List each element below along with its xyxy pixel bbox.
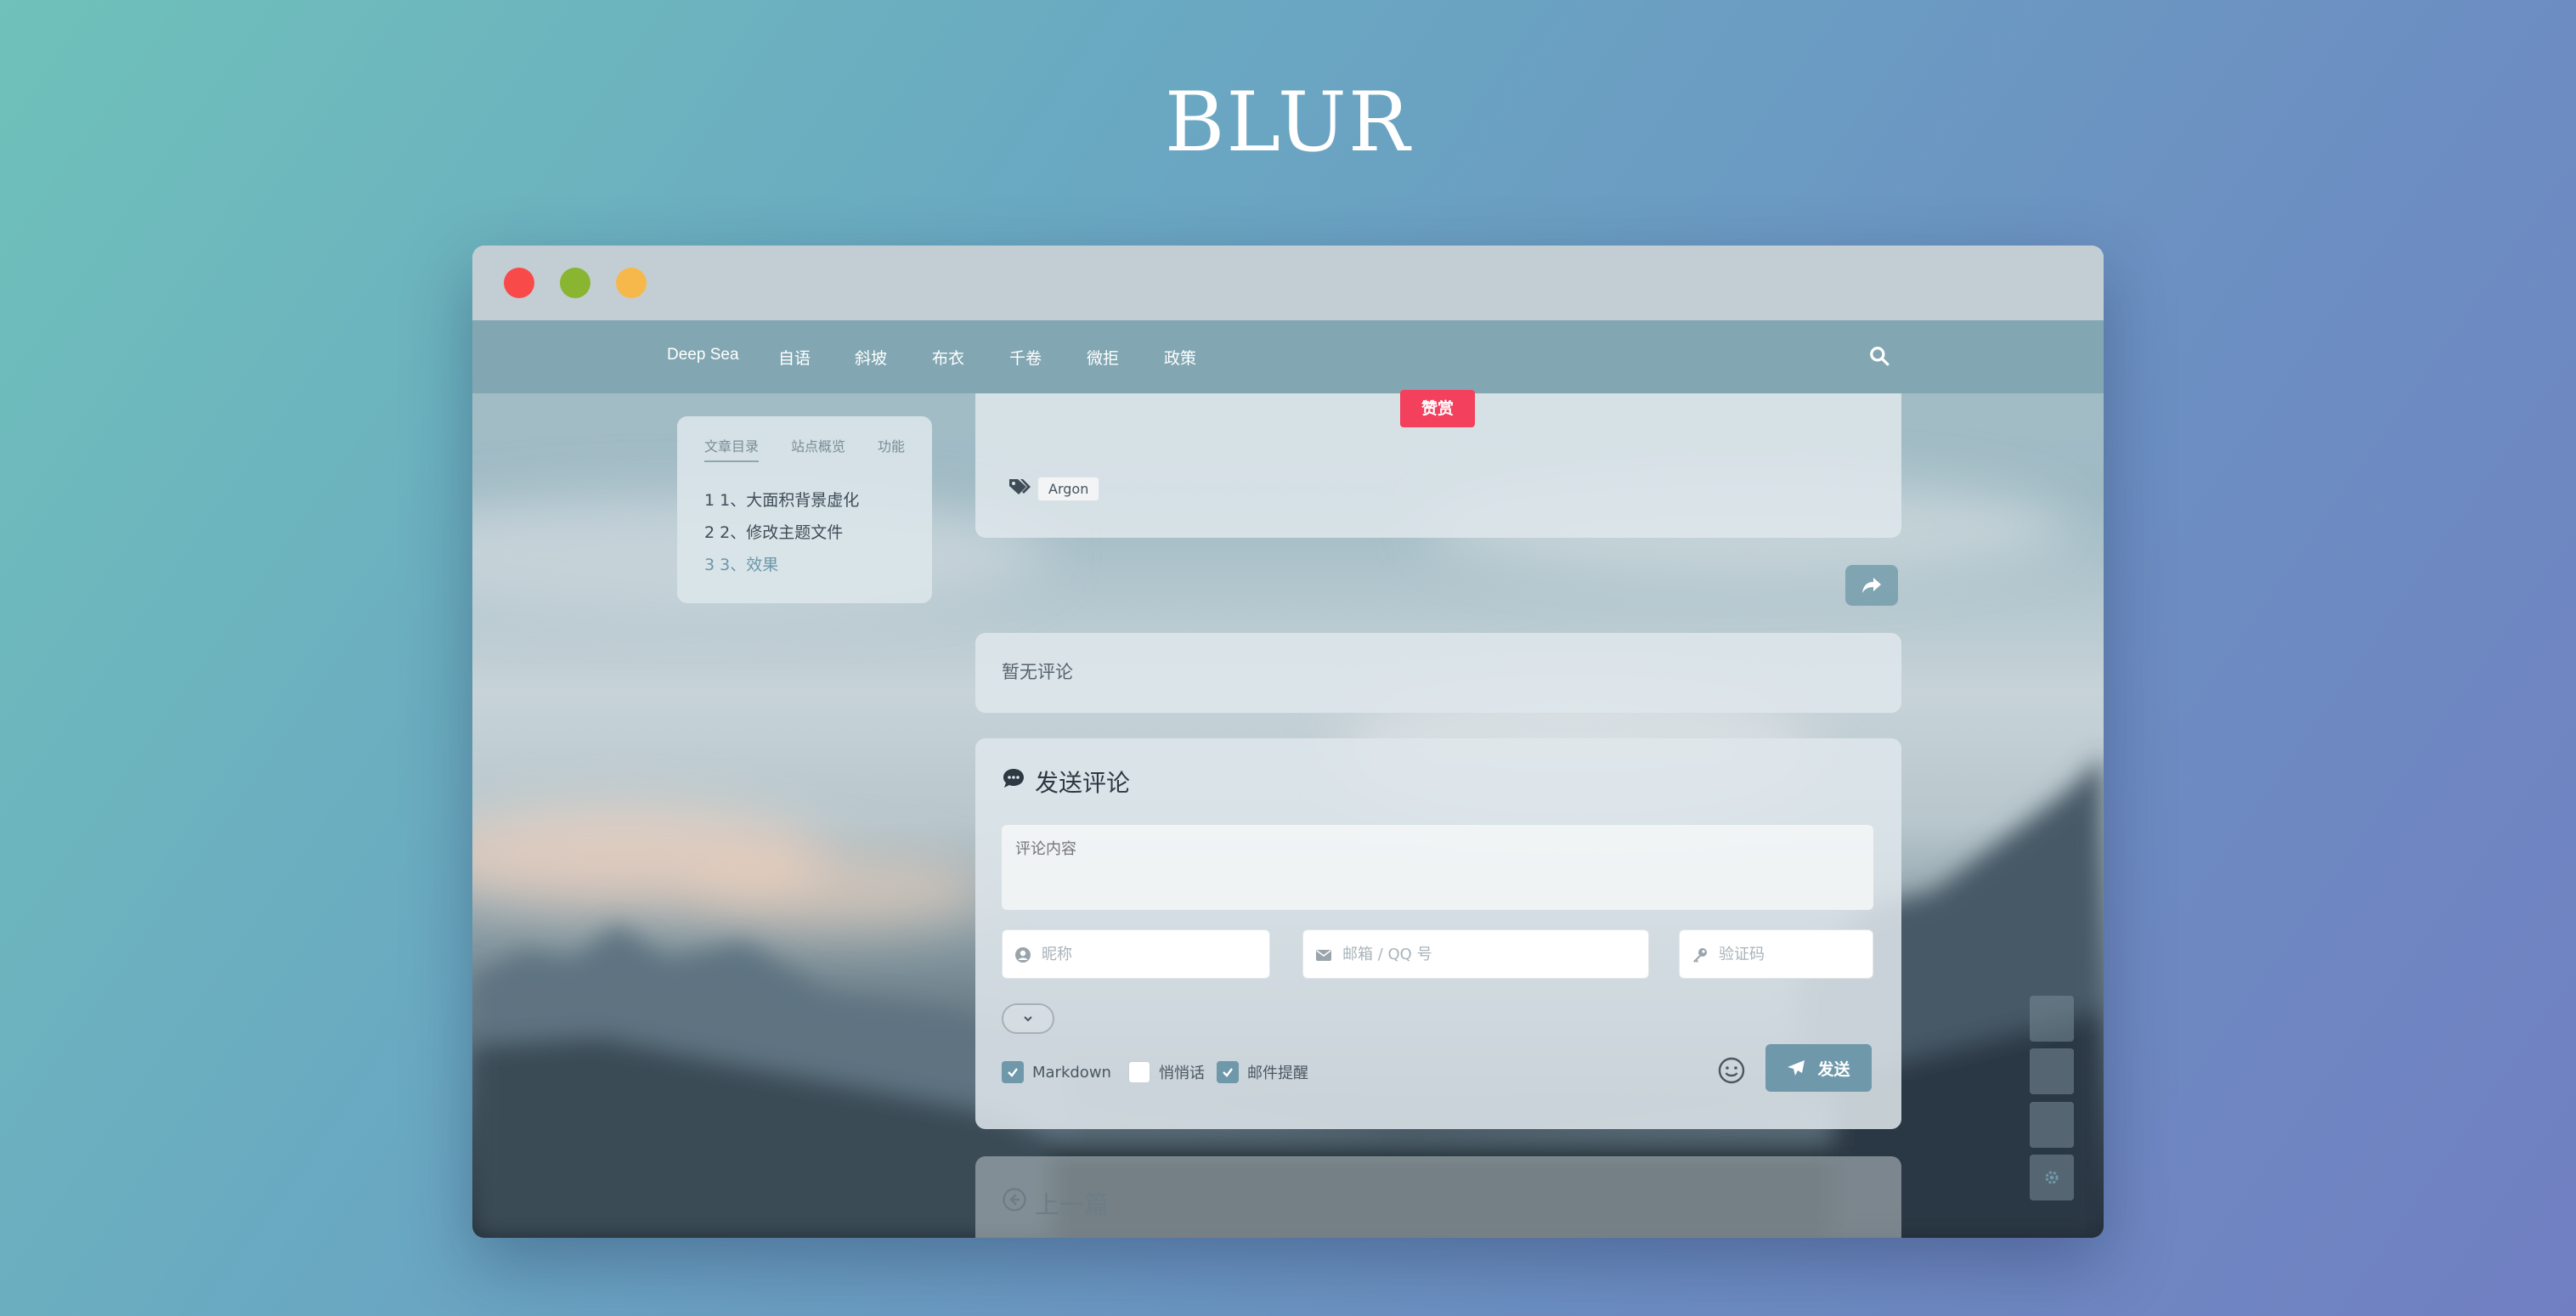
- key-icon: [1693, 948, 1707, 963]
- nickname-field[interactable]: [1002, 929, 1270, 979]
- comments-card: 暂无评论: [975, 633, 1901, 713]
- tab-functions[interactable]: 功能: [878, 435, 905, 455]
- check-icon: [1223, 1068, 1233, 1077]
- captcha-input[interactable]: [1719, 930, 1873, 978]
- private-option[interactable]: 悄悄话: [1128, 1059, 1205, 1085]
- toc-card: 文章目录 站点概览 功能 1 1、大面积背景虚化 2 2、修改主题文件 3 3、…: [677, 416, 932, 603]
- nav-item-4[interactable]: 千卷: [1009, 346, 1042, 369]
- tags-icon: [1009, 479, 1031, 494]
- site-brand[interactable]: Deep Sea: [667, 346, 739, 364]
- search-icon[interactable]: [1868, 345, 1890, 367]
- markdown-label: Markdown: [1032, 1063, 1111, 1082]
- captcha-field[interactable]: [1679, 929, 1873, 979]
- envelope-icon: [1316, 950, 1331, 961]
- arrow-left-circle-icon: [1003, 1188, 1026, 1212]
- prev-post-label[interactable]: 上一篇: [1035, 1185, 1109, 1221]
- window-titlebar: [472, 246, 2104, 320]
- reward-button[interactable]: 赞赏: [1400, 390, 1475, 427]
- private-label: 悄悄话: [1159, 1065, 1205, 1082]
- comment-form-title: 发送评论: [1035, 769, 1131, 797]
- nav-item-5[interactable]: 微拒: [1087, 346, 1119, 369]
- toc-item[interactable]: 2 2、修改主题文件: [704, 520, 843, 543]
- maximize-window-button[interactable]: [616, 268, 647, 298]
- post-navigation-card[interactable]: 上一篇: [975, 1156, 1901, 1238]
- chat-icon: [1003, 769, 1024, 788]
- markdown-checkbox[interactable]: [1002, 1061, 1024, 1083]
- tab-site-overview[interactable]: 站点概览: [791, 435, 845, 455]
- tag-chip[interactable]: Argon: [1037, 477, 1100, 501]
- side-button-1[interactable]: [2030, 996, 2074, 1042]
- comment-form-card: 发送评论 评论内容 昵称 邮箱 / QQ 号 验证码 Markdown 悄悄话 …: [975, 738, 1901, 1129]
- comment-content-input[interactable]: [1002, 825, 1873, 910]
- send-button[interactable]: 发送: [1765, 1044, 1872, 1092]
- paper-plane-icon: [1788, 1060, 1805, 1076]
- settings-button[interactable]: [2030, 1155, 2074, 1200]
- toc-item-active[interactable]: 3 3、效果: [704, 552, 778, 575]
- site-navbar: Deep Sea 自语 斜坡 布衣 千卷 微拒 政策: [472, 320, 2104, 393]
- minimize-window-button[interactable]: [560, 268, 590, 298]
- tab-toc[interactable]: 文章目录: [704, 435, 760, 462]
- check-icon: [1008, 1068, 1018, 1077]
- email-input[interactable]: [1342, 930, 1618, 978]
- nav-item-6[interactable]: 政策: [1164, 346, 1196, 369]
- chevron-down-icon: [1024, 1016, 1032, 1022]
- nav-item-2[interactable]: 斜坡: [855, 346, 887, 369]
- user-icon: [1015, 947, 1031, 963]
- email-field[interactable]: [1302, 929, 1649, 979]
- side-button-2[interactable]: [2030, 1048, 2074, 1094]
- email-notify-option[interactable]: 邮件提醒: [1217, 1059, 1308, 1085]
- browser-window: Deep Sea 自语 斜坡 布衣 千卷 微拒 政策 文章目录 站点概览 功能 …: [472, 246, 2104, 1238]
- hero-title: BLUR: [1164, 75, 1412, 170]
- gear-icon: [2045, 1171, 2059, 1184]
- emoji-icon[interactable]: [1717, 1056, 1746, 1085]
- markdown-option[interactable]: Markdown: [1002, 1059, 1111, 1085]
- expand-options-button[interactable]: [1002, 1003, 1054, 1034]
- nav-item-3[interactable]: 布衣: [932, 346, 964, 369]
- share-icon: [1862, 578, 1881, 593]
- email-notify-label: 邮件提醒: [1247, 1065, 1308, 1082]
- nickname-input[interactable]: [1042, 930, 1256, 978]
- close-window-button[interactable]: [504, 268, 534, 298]
- email-notify-checkbox[interactable]: [1217, 1061, 1239, 1083]
- toc-item[interactable]: 1 1、大面积背景虚化: [704, 488, 859, 511]
- private-checkbox[interactable]: [1128, 1061, 1150, 1083]
- send-label: 发送: [1817, 1059, 1850, 1079]
- side-button-3[interactable]: [2030, 1102, 2074, 1148]
- share-button[interactable]: [1845, 565, 1898, 606]
- no-comments-label: 暂无评论: [1002, 662, 1073, 682]
- nav-item-1[interactable]: 自语: [778, 346, 811, 369]
